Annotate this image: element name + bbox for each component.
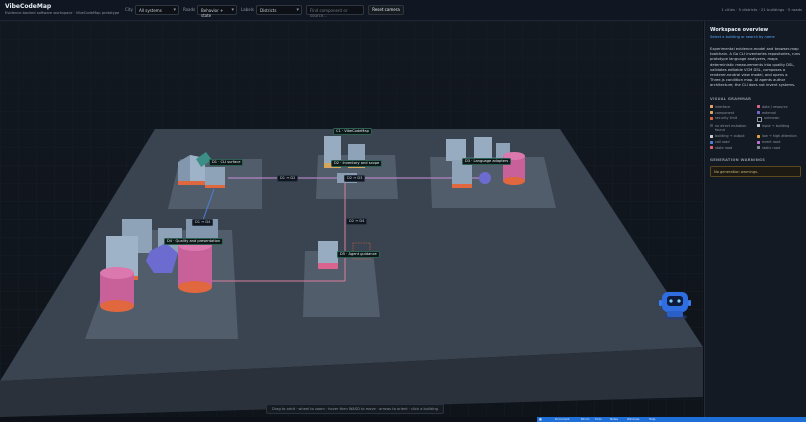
legend-swatch xyxy=(710,117,713,121)
legend-label: unknown xyxy=(764,116,780,121)
app-title: VibeCodeMap xyxy=(5,3,52,10)
visual-grammar-legend: interface data / resource component externa… xyxy=(710,105,801,151)
legend-label: no direct mutation found xyxy=(715,123,747,133)
city-label: City xyxy=(125,7,133,12)
taskbar-item[interactable]: Windows xyxy=(627,417,640,421)
legend-swatch xyxy=(757,117,762,123)
panel-subtitle: Select a building or search by name xyxy=(710,35,775,39)
warnings-box: No generation warnings. xyxy=(710,166,801,178)
legend-item: static road xyxy=(757,146,801,150)
labels-select[interactable]: Districts ▾ xyxy=(256,5,302,15)
legend-item: external xyxy=(757,111,801,115)
legend-swatch xyxy=(710,140,713,144)
legend-item: component xyxy=(710,111,754,115)
legend-item: unknown xyxy=(757,116,801,123)
labels-label: Labels xyxy=(241,7,254,12)
legend-label: external xyxy=(762,110,776,115)
city-label[interactable]: C1 · VibeCodeMap xyxy=(333,128,372,135)
district-label-d5[interactable]: D5 · Agent guidance xyxy=(337,251,380,258)
legend-label: data / resource xyxy=(762,104,788,109)
road-label[interactable]: D2 ↔ D4 xyxy=(346,218,368,225)
legend-swatch xyxy=(757,105,760,109)
legend-label: call road xyxy=(715,139,730,144)
legend-item: data / resource xyxy=(757,105,801,109)
top-bar: VibeCodeMap Evidence-backed software wor… xyxy=(0,0,806,21)
reset-camera-button[interactable]: Reset camera xyxy=(368,5,404,15)
legend-item: building → output xyxy=(710,134,754,138)
legend-swatch xyxy=(710,124,713,128)
road-label[interactable]: D1 ↔ D2 xyxy=(277,175,299,182)
legend-item: interface xyxy=(710,105,754,109)
legend-item: state road xyxy=(710,146,754,150)
legend-label: component xyxy=(715,110,735,115)
legend-item: security limit xyxy=(710,116,754,122)
inspector-panel: Workspace overview Select a building or … xyxy=(704,21,806,422)
chevron-down-icon: ▾ xyxy=(173,7,176,13)
legend-label: building → output xyxy=(715,133,745,138)
taskbar-item[interactable]: Notes xyxy=(610,417,618,421)
district-label-d2[interactable]: D2 · Inventory and scope xyxy=(331,160,383,167)
legend-item: no direct mutation found xyxy=(710,124,754,133)
map-viewport[interactable]: C1 · VibeCodeMap D1 · CLI surface D2 · I… xyxy=(0,21,703,417)
roads-select[interactable]: Behavior + state ▾ xyxy=(197,5,237,18)
windows-icon[interactable]: ■ xyxy=(539,417,542,421)
legend-swatch xyxy=(757,140,760,144)
search-input[interactable]: Find component or source... xyxy=(306,5,364,18)
roads-select-value: Behavior + state xyxy=(201,8,224,18)
panel-description: Experimental evidence-model and browser-… xyxy=(710,47,801,88)
city-select-value: All systems xyxy=(139,8,162,13)
city-select[interactable]: All systems ▾ xyxy=(135,5,179,15)
legend-swatch xyxy=(757,124,760,128)
warnings-heading: GENERATION WARNINGS xyxy=(710,158,766,163)
legend-label: state road xyxy=(715,145,733,150)
taskbar-item[interactable]: Todo xyxy=(595,417,601,421)
legend-label: static road xyxy=(762,145,781,150)
road-label[interactable]: D1 ↔ D4 xyxy=(192,219,214,226)
legend-label: interface xyxy=(715,104,731,109)
taskbar-item[interactable]: Document xyxy=(555,417,570,421)
legend-swatch xyxy=(710,111,713,115)
district-label-d4[interactable]: D4 · Quality and presentation xyxy=(164,238,224,245)
legend-swatch xyxy=(710,134,713,138)
taskbar: ■ Document Minim Todo Notes Windows Help xyxy=(537,417,806,422)
taskbar-item[interactable]: Help xyxy=(649,417,655,421)
district-label-d3[interactable]: D3 · Language adapters xyxy=(462,158,512,165)
legend-label: input → building xyxy=(762,123,790,128)
legend-item: input → building xyxy=(757,124,801,133)
grammar-heading: VISUAL GRAMMAR xyxy=(710,96,752,101)
brand: VibeCodeMap Evidence-backed software wor… xyxy=(5,3,119,16)
chevron-down-icon: ▾ xyxy=(231,7,234,13)
scene-stats: 1 cities · 5 districts · 21 buildings · … xyxy=(721,7,802,12)
district-label-d1[interactable]: D1 · CLI surface xyxy=(209,159,244,166)
road-label[interactable]: D2 ↔ D3 xyxy=(344,175,366,182)
legend-label: low → high attention xyxy=(762,133,797,138)
legend-swatch xyxy=(710,105,713,109)
roads-label: Roads xyxy=(183,7,196,12)
chevron-down-icon: ▾ xyxy=(296,7,299,13)
legend-swatch xyxy=(757,111,760,115)
panel-title: Workspace overview xyxy=(710,27,769,33)
legend-item: event road xyxy=(757,140,801,144)
taskbar-item[interactable]: Minim xyxy=(581,417,589,421)
search-placeholder: Find component or source... xyxy=(310,8,348,18)
controls-hint: Drag to orbit · wheel to zoom · hover th… xyxy=(266,404,444,414)
district-pad xyxy=(303,251,380,317)
legend-swatch xyxy=(757,134,760,138)
legend-item: low → high attention xyxy=(757,134,801,138)
legend-label: event road xyxy=(762,139,781,144)
legend-label: security limit xyxy=(715,116,738,121)
labels-select-value: Districts xyxy=(260,8,277,13)
legend-item: call road xyxy=(710,140,754,144)
app-subtitle: Evidence-backed software workspace · Vib… xyxy=(5,11,120,15)
legend-swatch xyxy=(757,146,760,150)
legend-swatch xyxy=(710,146,713,150)
